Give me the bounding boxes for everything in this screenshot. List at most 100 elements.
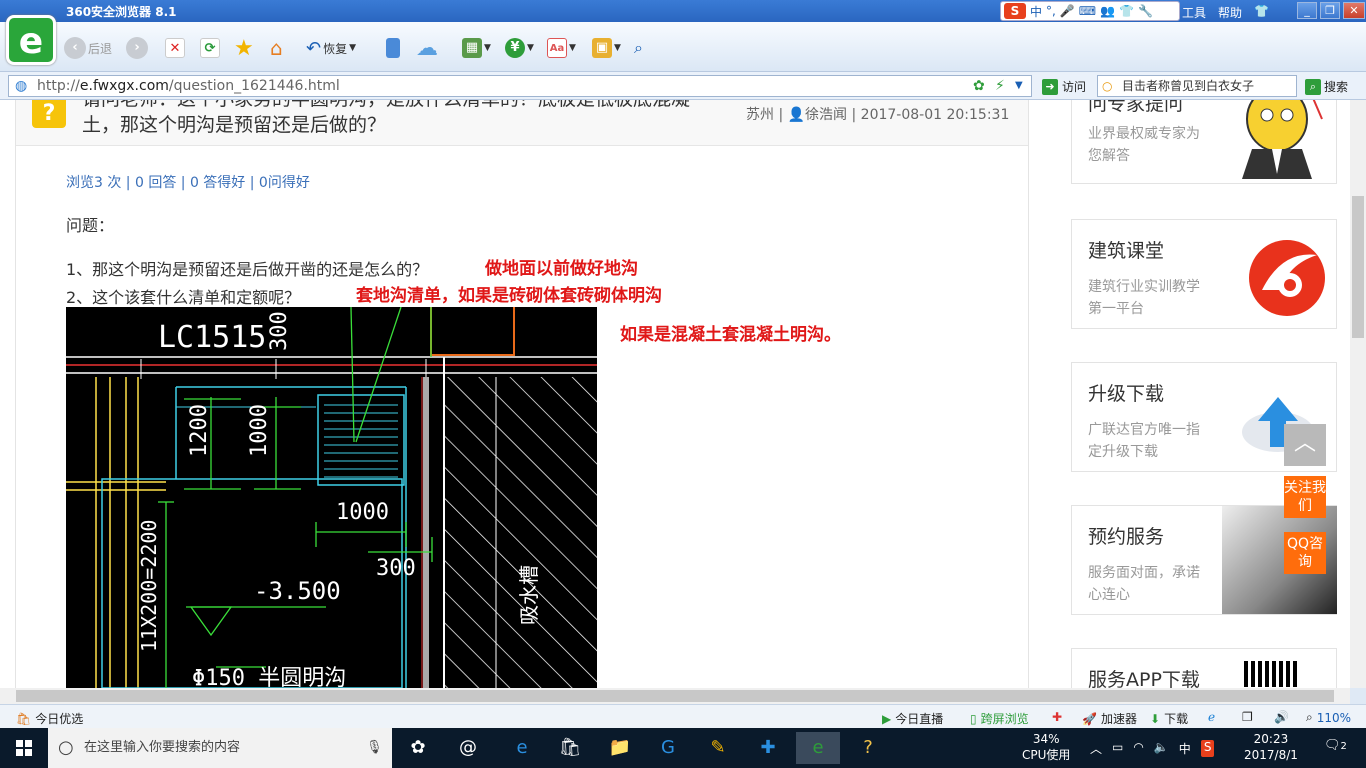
forward-button[interactable]: › <box>126 36 148 60</box>
qr-code-icon <box>1244 661 1298 687</box>
accelerator-button[interactable]: 🚀 加速器 <box>1082 710 1137 727</box>
tray-chevron-up-icon[interactable]: ︿ <box>1090 740 1102 757</box>
close-button[interactable]: ✕ <box>1343 2 1365 19</box>
taskbar-360-browser[interactable]: e <box>796 732 840 764</box>
taskbar-search-input[interactable]: ○ 在这里输入你要搜索的内容 🎙 <box>48 728 392 768</box>
taskbar-app-g[interactable]: G <box>650 732 686 764</box>
translate-button[interactable]: Aa ▼ <box>547 36 576 60</box>
today-picks[interactable]: 🛍 今日优选 <box>16 710 83 727</box>
tray-volume-icon[interactable]: 🔈 <box>1154 740 1169 757</box>
zoom-button[interactable]: ⌕ <box>634 36 643 60</box>
answer-annotation-3: 如果是混凝土套混凝土明沟。 <box>620 325 841 345</box>
sidebar-card-expert[interactable]: 问专家提问 业界最权威专家为您解答 <box>1071 100 1337 184</box>
cpu-label: CPU使用 <box>1022 748 1071 762</box>
qq-consult-button[interactable]: QQ咨询 <box>1284 532 1326 574</box>
notification-center-button[interactable]: 🗨2 <box>1324 738 1347 753</box>
zoom-level: 110% <box>1316 710 1352 725</box>
notification-icon: 🗨 <box>1324 738 1341 753</box>
search-engine-icon[interactable]: ○ <box>1102 76 1112 96</box>
sidebar-card-classroom[interactable]: 建筑课堂 建筑行业实训教学第一平台 <box>1071 219 1337 329</box>
cad-stair-dim: 11X200=2200 <box>137 520 161 652</box>
answer-annotation-1: 做地面以前做好地沟 <box>485 259 638 279</box>
menu-help[interactable]: 帮助 <box>1218 4 1242 21</box>
windows-taskbar: ○ 在这里输入你要搜索的内容 🎙 ✿ @ e 🛍 📁 G ✎ ✚ e ? 34%… <box>0 728 1366 768</box>
tray-wifi-icon[interactable]: ◠ <box>1133 740 1143 757</box>
ie-icon[interactable]: ℯ <box>1208 710 1215 724</box>
tray-ime-indicator[interactable]: 中 <box>1179 740 1191 757</box>
zoom-icon: ⌕ <box>1306 710 1313 724</box>
stop-button[interactable]: ✕ <box>165 36 185 60</box>
keyboard-icon[interactable]: ⌨ <box>1079 4 1096 18</box>
search-input[interactable]: ○ 目击者称曾见到白衣女子 <box>1097 75 1297 97</box>
minimize-button[interactable]: _ <box>1297 2 1317 19</box>
visit-label: 访问 <box>1062 80 1087 94</box>
apps-button[interactable]: ▦ ▼ <box>462 36 491 60</box>
mic-icon[interactable]: 🎤 <box>1060 4 1075 18</box>
search-value: 目击者称曾见到白衣女子 <box>1122 79 1255 93</box>
taskbar-explorer-icon[interactable]: 📁 <box>602 732 638 764</box>
phone-button[interactable] <box>386 36 400 60</box>
skin-shirt-icon[interactable]: 👕 <box>1254 4 1269 21</box>
cad-elevation: -3.500 <box>254 577 341 605</box>
restore-button[interactable]: ↶ 恢复 ▼ <box>306 36 356 60</box>
user-icon[interactable]: 👥 <box>1100 4 1115 18</box>
taskbar-app-fan[interactable]: ✿ <box>400 732 436 764</box>
phone-icon <box>386 38 400 58</box>
cpu-monitor[interactable]: 34% CPU使用 <box>1022 731 1070 763</box>
punct-icon[interactable]: °, <box>1046 4 1056 18</box>
ime-toolbar[interactable]: S 中 °, 🎤 ⌨ 👥 👕 🔧 <box>1000 1 1180 21</box>
volume-status-icon[interactable]: 🔊 <box>1274 710 1289 724</box>
download-button[interactable]: ⬇ 下载 <box>1150 710 1188 727</box>
microphone-icon[interactable]: 🎙 <box>366 728 383 768</box>
mobile-icon: ▯ <box>970 711 977 726</box>
screenshot-button[interactable]: ▣ ▼ <box>592 36 621 60</box>
follow-us-button[interactable]: 关注我们 <box>1284 476 1326 518</box>
cloud-button[interactable]: ☁ <box>416 36 438 61</box>
skin-icon[interactable]: 👕 <box>1119 4 1134 18</box>
live-button[interactable]: ▶ 今日直播 <box>882 710 943 727</box>
horizontal-scrollbar[interactable] <box>0 688 1350 704</box>
taskbar-app-plus[interactable]: ✚ <box>750 732 786 764</box>
search-button[interactable]: ⌕ 搜索 <box>1305 78 1348 95</box>
zoom-control[interactable]: ⌕ 110% <box>1306 710 1351 725</box>
system-tray: ︿ ▭ ◠ 🔈 中 S <box>1090 740 1215 757</box>
menu-tools[interactable]: 工具 <box>1182 4 1206 21</box>
visit-button[interactable]: ➜ 访问 <box>1042 78 1086 95</box>
home-button[interactable]: ⌂ <box>270 36 283 60</box>
cad-dim-1000-v: 1000 <box>247 404 272 457</box>
back-to-top-button[interactable]: ︿ <box>1284 424 1326 466</box>
taskbar-edge-icon[interactable]: e <box>504 732 540 764</box>
speed-icon[interactable]: ✿ <box>973 76 985 96</box>
tools-icon[interactable]: 🔧 <box>1138 4 1153 18</box>
refresh-button[interactable]: ⟳ <box>200 36 220 60</box>
medical-icon[interactable]: ✚ <box>1052 710 1062 724</box>
taskbar-app-swirl[interactable]: @ <box>450 732 486 764</box>
back-button[interactable]: ‹ 后退 <box>64 36 112 60</box>
card-subtitle: 建筑行业实训教学第一平台 <box>1088 279 1200 317</box>
favorite-button[interactable]: ★ <box>234 36 254 61</box>
chevron-down-icon: ▼ <box>527 43 534 53</box>
horizontal-scroll-thumb[interactable] <box>16 690 1334 702</box>
taskbar-store-icon[interactable]: 🛍 <box>552 732 588 764</box>
ime-mode-label[interactable]: 中 <box>1030 3 1042 20</box>
start-button[interactable] <box>0 728 48 768</box>
address-bar[interactable]: ◍ http://e.fwxgx.com/question_1621446.ht… <box>8 75 1032 97</box>
sidebar-card-app[interactable]: 服务APP下载 <box>1071 648 1337 688</box>
cortana-circle-icon: ○ <box>58 737 74 758</box>
maximize-button[interactable]: ❐ <box>1320 2 1340 19</box>
vertical-scroll-thumb[interactable] <box>1352 196 1364 338</box>
taskbar-help-icon[interactable]: ? <box>850 732 886 764</box>
chevron-down-icon: ▼ <box>349 43 357 53</box>
tray-battery-icon[interactable]: ▭ <box>1112 740 1123 757</box>
lightning-icon[interactable]: ⚡ <box>995 76 1005 96</box>
vertical-scrollbar[interactable] <box>1350 100 1366 688</box>
tray-sogou-icon[interactable]: S <box>1200 740 1215 757</box>
window-icon[interactable]: ❐ <box>1242 710 1253 724</box>
taskbar-clock[interactable]: 20:23 2017/8/1 <box>1244 731 1298 763</box>
url-dropdown-icon[interactable]: ▼ <box>1015 76 1023 96</box>
security-button[interactable]: ¥ ▼ <box>505 36 534 60</box>
taskbar-notes-icon[interactable]: ✎ <box>700 732 736 764</box>
question-stats[interactable]: 浏览3 次 | 0 回答 | 0 答得好 | 0问得好 <box>66 172 310 192</box>
cross-screen-button[interactable]: ▯ 跨屏浏览 <box>970 710 1029 727</box>
page-content: ? 请问老师：这个小家务的半圆明沟，是放什么清单的？底板是低板底混凝土，那这个明… <box>0 100 1350 688</box>
